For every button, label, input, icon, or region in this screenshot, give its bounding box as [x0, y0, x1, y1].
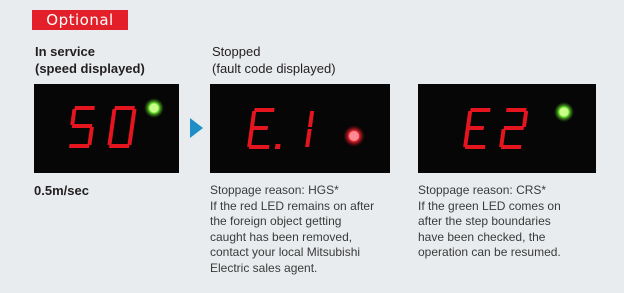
segment [305, 129, 312, 147]
segment [506, 108, 527, 112]
description-line: have been checked, the [418, 229, 546, 244]
segment [503, 126, 525, 130]
heading-line: In service [35, 44, 95, 59]
display-panel-speed [34, 84, 179, 173]
seven-segment-display [463, 102, 574, 149]
description-line: Stoppage reason: HGS* [210, 183, 339, 197]
status-led-core [559, 107, 569, 117]
status-led-core [349, 131, 359, 141]
heading-line: Stopped [212, 44, 261, 59]
segment [254, 108, 275, 112]
arrow-right-icon [190, 118, 203, 138]
description-line: after the step boundaries [418, 214, 551, 228]
description-line: operation can be resumed. [418, 245, 561, 259]
segment [70, 109, 77, 125]
optional-badge: Optional [32, 10, 128, 30]
display-panel-fault-e1 [210, 84, 390, 173]
status-led-core [149, 103, 159, 113]
segment [74, 106, 95, 110]
decimal-point [274, 144, 281, 149]
segment [107, 109, 117, 145]
description-line: Electric sales agent. [210, 260, 318, 275]
segment [307, 111, 315, 127]
description-line: If the red LED remains on after [210, 198, 375, 213]
segment [500, 145, 522, 149]
segment [71, 124, 93, 128]
stopped-heading: Stopped (fault code displayed) [212, 43, 336, 77]
description-line: caught has been removed, [210, 229, 353, 244]
description-line: If the green LED comes on [418, 198, 561, 213]
segment [467, 126, 485, 130]
fault-e2-description: Stoppage reason: CRS* If the green LED c… [418, 183, 608, 261]
speed-value: 0.5m/sec [34, 183, 89, 198]
segment [251, 126, 269, 130]
heading-line: (fault code displayed) [212, 61, 336, 76]
description-line: Stoppage reason: CRS* [418, 183, 547, 197]
fault-e1-description: Stoppage reason: HGS* If the red LED rem… [210, 183, 400, 276]
description-line: the foreign object getting [210, 214, 342, 228]
seven-segment-display [69, 98, 164, 148]
heading-line: (speed displayed) [35, 61, 145, 76]
segment [69, 144, 90, 148]
description-line: contact your local Mitsubishi [210, 245, 361, 259]
display-panel-fault-e2 [418, 84, 596, 173]
segment [127, 109, 137, 145]
segment [114, 106, 135, 110]
segment [87, 127, 94, 145]
segment [470, 108, 491, 112]
segment [248, 145, 270, 149]
segment [464, 145, 486, 149]
segment [521, 111, 529, 127]
segment [109, 144, 130, 148]
segment [499, 129, 506, 147]
seven-segment-display [247, 108, 365, 149]
in-service-heading: In service (speed displayed) [35, 43, 145, 77]
